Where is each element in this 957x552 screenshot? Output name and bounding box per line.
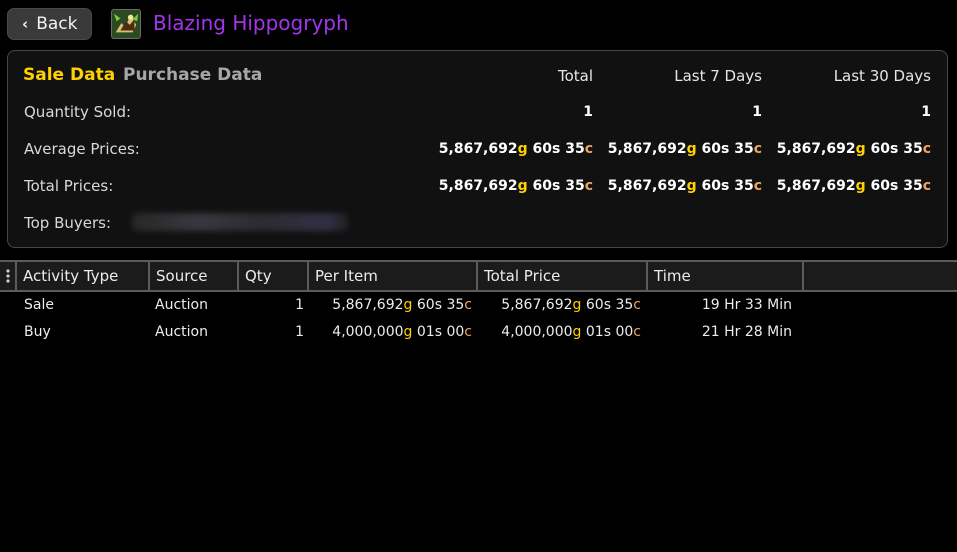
total-price-30d: 5,867,692g 60s 35c	[776, 178, 931, 194]
header-per-item[interactable]: Per Item	[309, 262, 478, 290]
average-prices-label: Average Prices:	[24, 140, 140, 158]
chevron-left-icon: ‹	[22, 14, 29, 33]
total-prices-label: Total Prices:	[24, 177, 114, 195]
back-button[interactable]: ‹ Back	[7, 8, 92, 40]
table-row[interactable]: Buy Auction 1 4,000,000g 01s 00c 4,000,0…	[0, 319, 957, 346]
cell-time: 21 Hr 28 Min	[701, 324, 792, 340]
header-activity-type[interactable]: Activity Type	[17, 262, 150, 290]
cell-source: Auction	[155, 324, 208, 340]
quantity-sold-label: Quantity Sold:	[24, 103, 132, 121]
column-last-7-days: Last 7 Days	[674, 67, 762, 85]
back-button-label: Back	[36, 14, 78, 34]
quantity-sold-7d: 1	[752, 104, 762, 120]
mount-icon[interactable]	[111, 9, 141, 39]
total-price-7d: 5,867,692g 60s 35c	[607, 178, 762, 194]
column-menu-icon[interactable]	[0, 262, 17, 290]
summary-panel: Sale Data Purchase Data Total Last 7 Day…	[7, 50, 948, 248]
header-source[interactable]: Source	[150, 262, 239, 290]
cell-qty: 1	[295, 324, 304, 340]
cell-activity-type: Sale	[24, 297, 54, 313]
table-header: Activity Type Source Qty Per Item Total …	[0, 260, 957, 292]
cell-per-item: 4,000,000g 01s 00c	[332, 324, 472, 340]
cell-total-price: 4,000,000g 01s 00c	[501, 324, 641, 340]
cell-per-item: 5,867,692g 60s 35c	[332, 297, 472, 313]
average-price-total: 5,867,692g 60s 35c	[438, 141, 593, 157]
header-time[interactable]: Time	[648, 262, 804, 290]
activity-table: Activity Type Source Qty Per Item Total …	[0, 260, 957, 552]
column-last-30-days: Last 30 Days	[833, 67, 931, 85]
header-spacer	[804, 262, 957, 290]
cell-time: 19 Hr 33 Min	[701, 297, 792, 313]
tab-purchase-data[interactable]: Purchase Data	[123, 65, 262, 85]
header-total-price[interactable]: Total Price	[478, 262, 648, 290]
top-buyers-label: Top Buyers:	[24, 214, 112, 232]
cell-activity-type: Buy	[24, 324, 51, 340]
top-bar: ‹ Back Blazing Hippogryph	[0, 0, 957, 50]
quantity-sold-total: 1	[583, 104, 593, 120]
header-qty[interactable]: Qty	[239, 262, 309, 290]
cell-total-price: 5,867,692g 60s 35c	[501, 297, 641, 313]
tab-sale-data[interactable]: Sale Data	[23, 65, 115, 85]
average-price-7d: 5,867,692g 60s 35c	[607, 141, 762, 157]
cell-source: Auction	[155, 297, 208, 313]
top-buyers-redacted	[132, 213, 348, 231]
column-total: Total	[557, 67, 593, 85]
item-name[interactable]: Blazing Hippogryph	[153, 11, 349, 35]
quantity-sold-30d: 1	[921, 104, 931, 120]
cell-qty: 1	[295, 297, 304, 313]
total-price-total: 5,867,692g 60s 35c	[438, 178, 593, 194]
table-row[interactable]: Sale Auction 1 5,867,692g 60s 35c 5,867,…	[0, 292, 957, 319]
average-price-30d: 5,867,692g 60s 35c	[776, 141, 931, 157]
